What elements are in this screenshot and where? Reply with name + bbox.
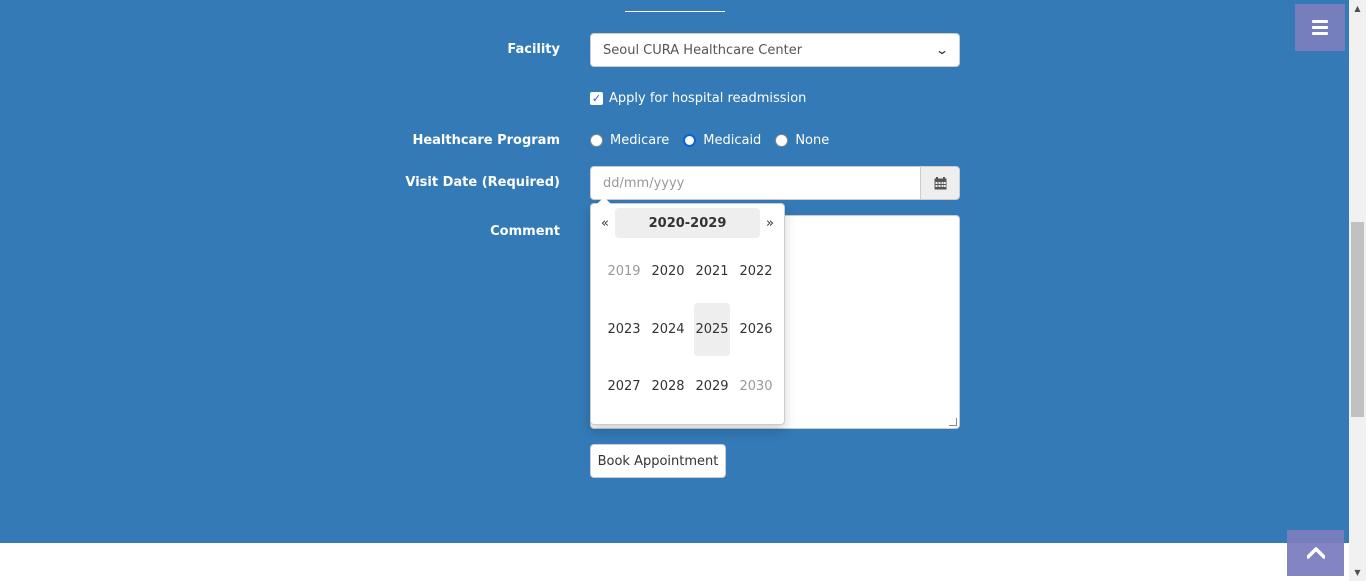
radio-medicaid[interactable]: Medicaid bbox=[683, 133, 761, 148]
program-radio-group: Medicare Medicaid None bbox=[590, 133, 843, 148]
readmission-checkbox-row[interactable]: ✓ Apply for hospital readmission bbox=[590, 91, 806, 106]
comment-label: Comment bbox=[490, 224, 560, 239]
hamburger-menu-icon-bar bbox=[1312, 32, 1328, 35]
scroll-up-arrow-icon[interactable]: ▲ bbox=[1349, 0, 1366, 17]
year-cell[interactable]: 2021 bbox=[694, 245, 730, 299]
book-appointment-button[interactable]: Book Appointment bbox=[590, 444, 726, 478]
resize-handle[interactable] bbox=[949, 418, 957, 426]
year-cell[interactable]: 2028 bbox=[650, 360, 686, 414]
chevron-up-icon bbox=[1306, 547, 1325, 559]
year-cell[interactable]: 2029 bbox=[694, 360, 730, 414]
heading-divider bbox=[625, 11, 725, 12]
menu-toggle-button[interactable] bbox=[1295, 4, 1345, 51]
datepicker-next-button[interactable]: » bbox=[760, 216, 780, 231]
radio-none-label: None bbox=[795, 133, 830, 148]
radio-medicare-label: Medicare bbox=[610, 133, 670, 148]
radio-medicaid-label: Medicaid bbox=[703, 133, 762, 148]
datepicker-popup: « 2020-2029 » 2019 2020 2021 2022 2023 2… bbox=[590, 197, 785, 425]
datepicker-header: « 2020-2029 » bbox=[595, 208, 780, 238]
facility-select[interactable]: Seoul CURA Healthcare Center ⌄ bbox=[590, 33, 960, 67]
hamburger-menu-icon-bar bbox=[1312, 20, 1328, 23]
year-cell[interactable]: 2027 bbox=[606, 360, 642, 414]
program-label: Healthcare Program bbox=[412, 133, 560, 148]
chevron-down-icon: ⌄ bbox=[934, 43, 950, 57]
readmission-checkbox[interactable]: ✓ bbox=[590, 92, 603, 105]
scroll-to-top-button[interactable] bbox=[1287, 530, 1344, 576]
year-cell[interactable]: 2019 bbox=[606, 245, 642, 299]
datepicker-decade-switch[interactable]: 2020-2029 bbox=[615, 208, 760, 238]
hamburger-menu-icon-bar bbox=[1312, 26, 1328, 29]
year-cell[interactable]: 2026 bbox=[738, 303, 774, 357]
datepicker-arrow bbox=[597, 197, 611, 204]
visit-date-label: Visit Date (Required) bbox=[405, 175, 560, 190]
year-cell[interactable]: 2030 bbox=[738, 360, 774, 414]
page-scrollbar[interactable]: ▲ ▼ bbox=[1349, 0, 1366, 581]
radio-none-dot[interactable] bbox=[775, 134, 789, 147]
year-cell[interactable]: 2020 bbox=[650, 245, 686, 299]
radio-none[interactable]: None bbox=[775, 133, 829, 148]
calendar-button[interactable] bbox=[920, 166, 960, 200]
readmission-label: Apply for hospital readmission bbox=[609, 91, 807, 106]
radio-medicare[interactable]: Medicare bbox=[590, 133, 669, 148]
radio-medicare-dot[interactable] bbox=[590, 134, 603, 147]
radio-medicaid-dot[interactable] bbox=[683, 134, 697, 147]
visit-date-input[interactable]: dd/mm/yyyy bbox=[590, 166, 921, 200]
year-cell[interactable]: 2024 bbox=[650, 303, 686, 357]
year-cell-highlighted[interactable]: 2025 bbox=[694, 302, 730, 356]
facility-label: Facility bbox=[507, 42, 560, 57]
datepicker-prev-button[interactable]: « bbox=[595, 216, 615, 231]
scrollbar-thumb[interactable] bbox=[1351, 222, 1364, 417]
appointment-section: Facility Seoul CURA Healthcare Center ⌄ … bbox=[0, 0, 1349, 543]
year-cell[interactable]: 2023 bbox=[606, 303, 642, 357]
year-cell[interactable]: 2022 bbox=[738, 245, 774, 299]
calendar-icon bbox=[934, 176, 946, 189]
datepicker-year-grid: 2019 2020 2021 2022 2023 2024 2025 2026 … bbox=[602, 243, 778, 416]
facility-select-value: Seoul CURA Healthcare Center bbox=[603, 42, 803, 58]
scroll-down-arrow-icon[interactable]: ▼ bbox=[1349, 564, 1366, 581]
